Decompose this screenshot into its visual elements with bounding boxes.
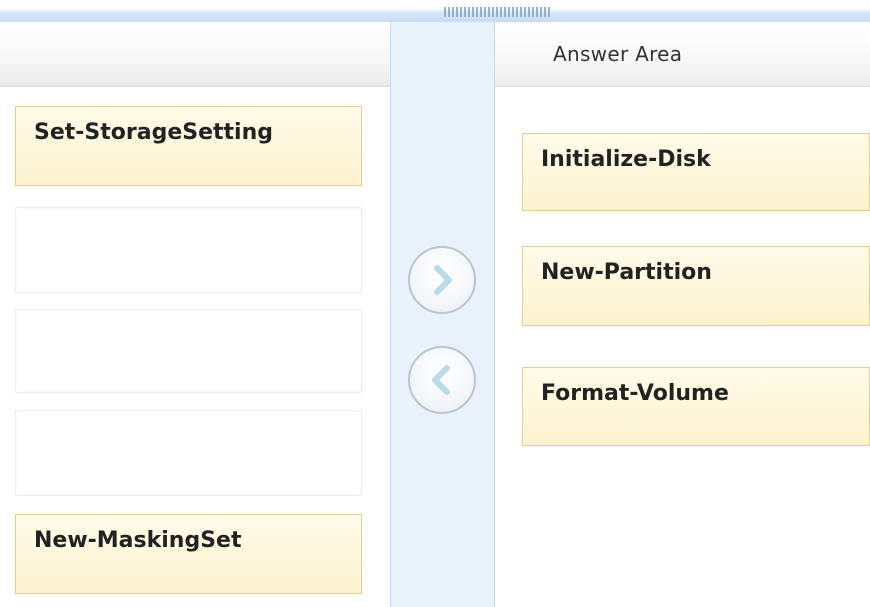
source-item[interactable]: New-MaskingSet (15, 514, 362, 594)
answer-item-label: New-Partition (541, 260, 712, 285)
answer-item-label: Format-Volume (541, 381, 729, 406)
source-item-label: Set-StorageSetting (34, 120, 274, 145)
source-header (0, 22, 390, 87)
answer-item[interactable]: Initialize-Disk (522, 133, 870, 211)
move-left-button[interactable] (408, 346, 476, 414)
source-item-label: New-MaskingSet (34, 528, 242, 553)
top-title-strip (0, 0, 870, 22)
answer-area-header: Answer Area (495, 22, 870, 87)
answer-area-title: Answer Area (553, 42, 683, 66)
source-empty-slot[interactable] (15, 207, 362, 293)
transfer-controls-column (390, 22, 495, 607)
chevron-right-icon (434, 265, 452, 295)
drag-grip[interactable] (444, 7, 550, 17)
answer-item[interactable]: Format-Volume (522, 367, 870, 446)
move-right-button[interactable] (408, 246, 476, 314)
source-item[interactable]: Set-StorageSetting (15, 106, 362, 186)
source-empty-slot[interactable] (15, 309, 362, 393)
chevron-left-icon (432, 365, 450, 395)
source-empty-slot[interactable] (15, 410, 362, 496)
answer-item-label: Initialize-Disk (541, 147, 711, 172)
answer-item[interactable]: New-Partition (522, 246, 870, 326)
